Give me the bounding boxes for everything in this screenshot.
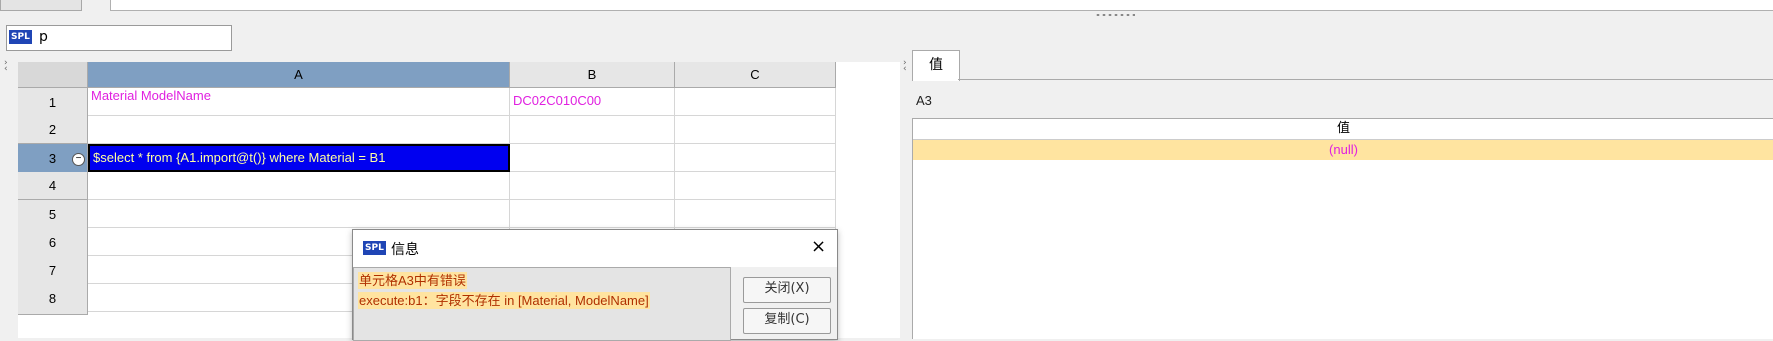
- left-collapse-arrows-icon[interactable]: › ‹: [4, 59, 10, 74]
- value-table: 值 (null): [912, 118, 1773, 339]
- tab-divider: [958, 79, 1773, 80]
- dialog-title-bar: SPL 信息 ×: [353, 230, 837, 267]
- row-number: 6: [48, 235, 57, 250]
- row-header-1[interactable]: 1: [18, 88, 88, 119]
- spl-logo-icon: SPL: [363, 241, 386, 255]
- spl-logo-icon: SPL: [9, 30, 32, 44]
- cell-a4[interactable]: [88, 172, 510, 200]
- cell-a1[interactable]: Material ModelName: [88, 88, 510, 116]
- row-number: 5: [48, 207, 57, 222]
- row-number: 2: [48, 122, 57, 137]
- row-header-4[interactable]: 4: [18, 172, 88, 200]
- dialog-message-area: 单元格A3中有错误 execute:b1：字段不存在 in [Material,…: [353, 267, 731, 341]
- cell-a3[interactable]: $select * from {A1.import@t()} where Mat…: [88, 144, 510, 172]
- collapse-minus-icon[interactable]: −: [72, 153, 85, 166]
- value-cell-reference: A3: [916, 93, 932, 108]
- close-icon[interactable]: ×: [811, 236, 826, 257]
- cell-a5[interactable]: [88, 200, 510, 228]
- row-number: 8: [48, 291, 57, 306]
- column-header-a[interactable]: A: [88, 62, 510, 88]
- value-table-header[interactable]: 值: [913, 119, 1773, 140]
- row-header-7[interactable]: 7: [18, 256, 88, 287]
- close-button[interactable]: 关闭(X): [743, 277, 831, 303]
- dialog-title: 信息: [391, 242, 419, 258]
- row-number: 3: [48, 151, 57, 166]
- error-message-title: 单元格A3中有错误: [358, 272, 467, 289]
- cell-c5[interactable]: [675, 200, 836, 228]
- column-header-c[interactable]: C: [675, 62, 836, 88]
- sheet-name-label: p: [39, 29, 48, 45]
- cell-c2[interactable]: [675, 116, 836, 144]
- middle-collapse-arrows-icon[interactable]: › ‹: [903, 59, 909, 74]
- sheet-name-box[interactable]: SPL p: [6, 25, 232, 51]
- row-header-3[interactable]: 3 −: [18, 144, 88, 175]
- cell-b5[interactable]: [510, 200, 675, 228]
- splitter-grip-icon[interactable]: [1095, 13, 1135, 17]
- value-panel: 值 A3 值 (null): [912, 50, 1773, 339]
- cell-b3[interactable]: [510, 144, 675, 172]
- cell-b2[interactable]: [510, 116, 675, 144]
- row-header-6[interactable]: 6: [18, 228, 88, 259]
- column-header-b[interactable]: B: [510, 62, 675, 88]
- grid-corner[interactable]: [18, 62, 88, 88]
- top-toolbar-strip: [0, 0, 1773, 12]
- copy-button[interactable]: 复制(C): [743, 308, 831, 334]
- row-number: 1: [48, 95, 57, 110]
- error-message-detail: execute:b1：字段不存在 in [Material, ModelName…: [358, 292, 650, 309]
- cell-b4[interactable]: [510, 172, 675, 200]
- row-number: 7: [48, 263, 57, 278]
- row-number: 4: [48, 178, 57, 193]
- row-header-8[interactable]: 8: [18, 284, 88, 315]
- formula-bar[interactable]: [110, 0, 1773, 11]
- value-table-row[interactable]: (null): [913, 140, 1773, 160]
- cell-b1[interactable]: DC02C010C00: [510, 88, 675, 116]
- cell-c1[interactable]: [675, 88, 836, 116]
- editor-tab-stub[interactable]: [0, 0, 82, 11]
- cell-a2[interactable]: [88, 116, 510, 144]
- row-header-5[interactable]: 5: [18, 200, 88, 231]
- cell-c3[interactable]: [675, 144, 836, 172]
- cell-c4[interactable]: [675, 172, 836, 200]
- row-header-2[interactable]: 2: [18, 116, 88, 144]
- tab-value[interactable]: 值: [912, 50, 960, 81]
- info-dialog: SPL 信息 × 单元格A3中有错误 execute:b1：字段不存在 in […: [352, 229, 838, 341]
